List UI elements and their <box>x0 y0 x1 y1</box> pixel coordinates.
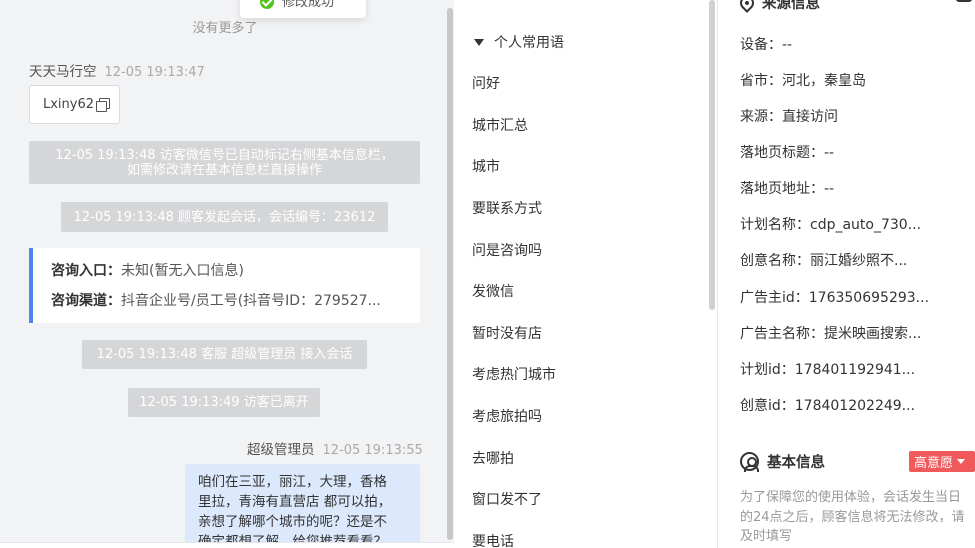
phrases-scrollbar[interactable] <box>709 0 715 310</box>
basic-info-title: 基本信息 <box>767 455 825 471</box>
source-field-region: 省市：河北，秦皇岛 <box>740 73 866 89</box>
agent-time: 12-05 19:13:55 <box>322 443 423 458</box>
agent-header: 超级管理员 12-05 19:13:55 <box>247 438 423 458</box>
consult-channel-label: 咨询渠道： <box>51 293 121 309</box>
consult-channel-row: 咨询渠道：抖音企业号/员工号(抖音号ID：279527... <box>51 290 420 320</box>
success-toast: 修改成功 <box>240 0 366 18</box>
system-message-line: 12-05 19:13:48 访客微信号已自动标记右侧基本信息栏， <box>55 147 394 163</box>
basic-info-header: 基本信息 <box>740 451 825 472</box>
chat-input-divider <box>0 542 454 548</box>
agent-name: 超级管理员 <box>247 442 315 458</box>
system-message-wechat-tag: 12-05 19:13:48 访客微信号已自动标记右侧基本信息栏， 如需修改请在… <box>29 141 420 184</box>
phrase-item[interactable]: 要电话 <box>472 531 514 548</box>
source-field-plan-name: 计划名称：cdp_auto_730... <box>740 217 922 233</box>
location-pin-icon <box>737 0 757 13</box>
visitor-time: 12-05 19:13:47 <box>104 65 205 80</box>
system-message-line: 如需修改请在基本信息栏直接操作 <box>126 162 322 178</box>
system-message-agent-join: 12-05 19:13:48 客服 超级管理员 接入会话 <box>82 340 367 369</box>
source-field-plan-id: 计划id：178401192941... <box>740 362 916 378</box>
phrase-item[interactable]: 问好 <box>472 73 500 93</box>
source-info-title: 来源信息 <box>762 0 820 12</box>
phrase-item[interactable]: 城市 <box>472 156 500 176</box>
chat-panel[interactable]: 没有更多了 天天马行空 12-05 19:13:47 Lxiny62 12-05 … <box>0 0 454 548</box>
check-circle-icon <box>260 0 274 9</box>
phrase-item[interactable]: 窗口发不了 <box>472 489 542 509</box>
consult-info-card: 咨询入口：未知(暂无入口信息) 咨询渠道：抖音企业号/员工号(抖音号ID：279… <box>29 248 420 323</box>
edit-icon[interactable] <box>956 0 972 2</box>
phrase-item[interactable]: 要联系方式 <box>472 198 542 218</box>
system-message-visitor-left: 12-05 19:13:49 访客已离开 <box>128 388 320 417</box>
source-field-device: 设备：-- <box>740 37 793 53</box>
no-more-text: 没有更多了 <box>192 21 258 36</box>
phrase-item[interactable]: 去哪拍 <box>472 448 514 468</box>
phrase-item[interactable]: 考虑热门城市 <box>472 364 556 384</box>
message-line: 亲想了解哪个城市的呢？还是不 <box>198 514 387 530</box>
agent-message-bubble: 咱们在三亚，丽江，大理，香格 里拉，青海有直营店 都可以拍， 亲想了解哪个城市的… <box>185 464 420 548</box>
visitor-header: 天天马行空 12-05 19:13:47 <box>29 60 205 80</box>
phrase-item[interactable]: 发微信 <box>472 281 514 301</box>
toast-text: 修改成功 <box>282 0 335 10</box>
phrase-item[interactable]: 考虑旅拍吗 <box>472 406 542 426</box>
app-root: 没有更多了 天天马行空 12-05 19:13:47 Lxiny62 12-05 … <box>0 0 975 548</box>
wechat-id-text: Lxiny62 <box>43 97 95 112</box>
phrase-item[interactable]: 问是咨询吗 <box>472 240 542 260</box>
message-line: 咱们在三亚，丽江，大理，香格 <box>198 474 387 490</box>
consult-channel-value: 抖音企业号/员工号(抖音号ID：279527... <box>121 293 381 309</box>
user-circle-icon <box>740 452 759 472</box>
phrases-group-header[interactable]: 个人常用语 <box>474 32 564 52</box>
intent-level-label: 高意愿 <box>914 456 954 471</box>
phrases-group-title: 个人常用语 <box>494 35 564 51</box>
message-line: 里拉，青海有直营店 都可以拍， <box>198 494 392 510</box>
caret-down-icon <box>474 38 484 46</box>
edit-notice-text: 为了保障您的使用体验，会话发生当日的24点之后，顾客信息将无法修改，请及时填写 <box>740 490 965 544</box>
phrase-item[interactable]: 城市汇总 <box>472 115 528 135</box>
copy-icon[interactable] <box>96 98 111 112</box>
consult-entry-value: 未知(暂无入口信息) <box>121 263 244 279</box>
source-field-advertiser-id: 广告主id：176350695293... <box>740 290 930 306</box>
source-field-advertiser-name: 广告主名称：提米映画搜索... <box>740 326 922 342</box>
source-field-creative-name: 创意名称：丽江婚纱照不... <box>740 253 908 269</box>
wechat-id-chip[interactable]: Lxiny62 <box>29 85 120 124</box>
chat-scrollbar[interactable] <box>447 8 453 540</box>
source-field-landing-title: 落地页标题：-- <box>740 145 835 161</box>
source-field-source: 来源：直接访问 <box>740 109 838 125</box>
phrase-item[interactable]: 暂时没有店 <box>472 323 542 343</box>
source-info-header: 来源信息 <box>737 0 820 13</box>
consult-entry-row: 咨询入口：未知(暂无入口信息) <box>51 260 420 290</box>
source-field-landing-url: 落地页地址：-- <box>740 181 835 197</box>
common-phrases-panel: 个人常用语 问好 城市汇总 城市 要联系方式 问是咨询吗 发微信 暂时没有店 考… <box>454 0 718 548</box>
system-message-session-start: 12-05 19:13:48 顾客发起会话，会话编号：23612 <box>61 202 388 232</box>
intent-level-dropdown[interactable]: 高意愿 <box>909 451 975 472</box>
consult-entry-label: 咨询入口： <box>51 263 121 279</box>
customer-info-panel: 来源信息 设备：-- 省市：河北，秦皇岛 来源：直接访问 落地页标题：-- 落地… <box>718 0 975 548</box>
visitor-name: 天天马行空 <box>29 64 97 80</box>
source-field-creative-id: 创意id：178401202249... <box>740 398 916 414</box>
caret-down-icon <box>957 459 966 464</box>
